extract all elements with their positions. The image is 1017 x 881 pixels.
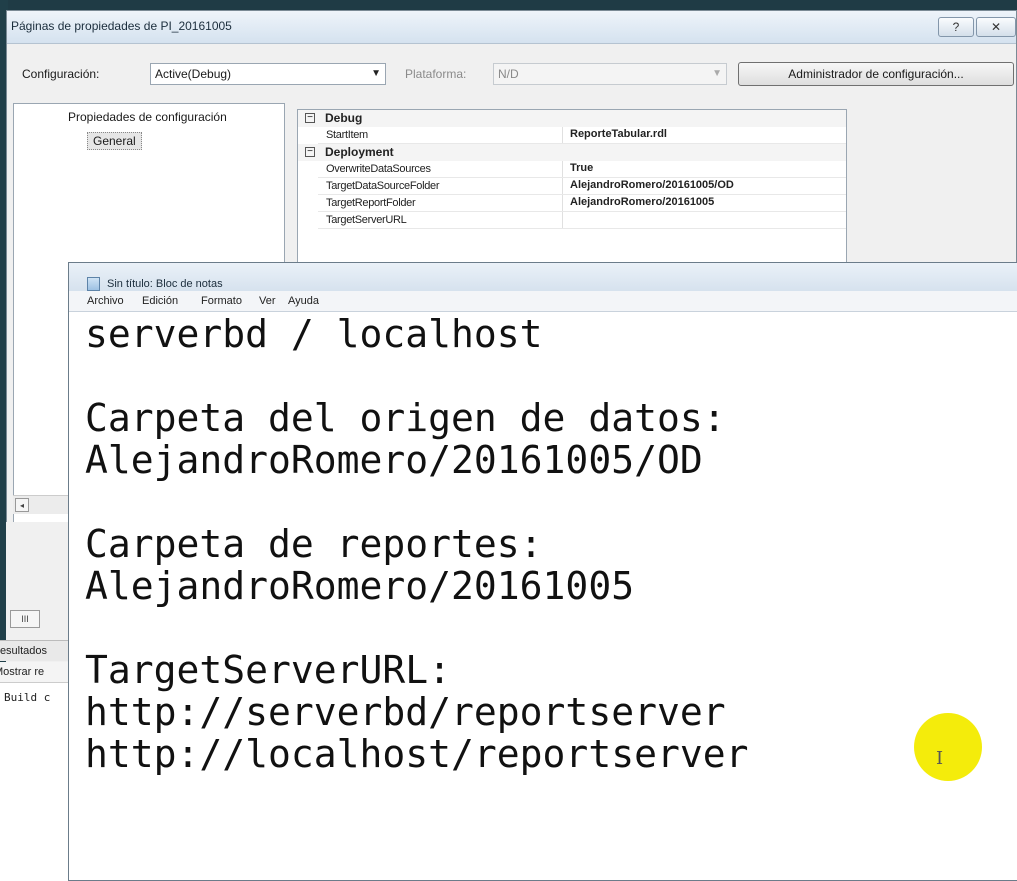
configuration-value: Active(Debug) [155,67,232,81]
text-line [85,355,1017,397]
chevron-down-icon: ▼ [371,68,381,79]
output-pane: Build c [0,683,68,881]
configuration-label: Configuración: [22,67,100,81]
property-name: OverwriteDataSources [326,163,431,175]
property-value: AlejandroRomero/20161005 [570,196,715,208]
property-name: TargetServerURL [326,214,407,226]
tree-item-configuration-properties[interactable]: Propiedades de configuración [68,110,227,124]
notepad-title: Sin título: Bloc de notas [107,278,223,290]
text-line: TargetServerURL: [85,648,452,692]
help-button[interactable]: ? [938,17,974,37]
property-name: TargetDataSourceFolder [326,180,440,192]
grid-row[interactable]: StartItem ReporteTabular.rdl [298,127,846,144]
text-line [85,481,1017,523]
notepad-icon [87,277,100,291]
text-line: serverbd / localhost [85,313,543,356]
configuration-row: Configuración: Active(Debug) ▼ Plataform… [7,59,1016,91]
text-line [85,607,1017,649]
notepad-window: Sin título: Bloc de notas Archivo Edició… [68,262,1017,881]
grid-row[interactable]: TargetServerURL [298,212,846,229]
output-tab-label: Resultados [0,645,48,657]
scrollbar-thumb[interactable]: III [10,610,40,628]
output-show-label: Mostrar re [0,666,45,678]
property-value: AlejandroRomero/20161005/OD [570,179,734,191]
property-name: TargetReportFolder [326,197,416,209]
chevron-down-icon: ▼ [712,68,722,79]
notepad-titlebar: Sin título: Bloc de notas [69,263,1017,291]
configuration-select[interactable]: Active(Debug) ▼ [150,63,386,85]
grid-row[interactable]: OverwriteDataSources True [298,161,846,178]
menu-edicion[interactable]: Edición [142,295,178,307]
output-tab[interactable]: Resultados [0,640,68,661]
scroll-left-icon[interactable]: ◂ [15,498,29,512]
collapse-icon[interactable]: − [305,113,315,123]
notepad-text-area[interactable]: serverbd / localhost Carpeta del origen … [85,313,1017,880]
platform-value: N/D [498,67,519,81]
category-label: Deployment [325,145,394,159]
grid-category-deployment[interactable]: − Deployment [298,144,846,161]
platform-label: Plataforma: [405,67,467,81]
menu-archivo[interactable]: Archivo [87,295,124,307]
grid-category-debug[interactable]: − Debug [298,110,846,127]
text-line: AlejandroRomero/20161005/OD [85,438,703,482]
menu-formato[interactable]: Formato [201,295,242,307]
property-name: StartItem [326,129,368,141]
text-cursor-icon: I [936,748,944,769]
notepad-menubar: Archivo Edición Formato Ver Ayuda [69,291,1017,312]
property-grid: − Debug StartItem ReporteTabular.rdl − D… [297,109,847,277]
text-line: AlejandroRomero/20161005 [85,564,635,608]
menu-ayuda[interactable]: Ayuda [288,295,319,307]
text-line: Carpeta del origen de datos: [85,396,726,440]
tree-item-general[interactable]: General [87,132,142,150]
configuration-manager-button[interactable]: Administrador de configuración... [738,62,1014,86]
grid-row[interactable]: TargetDataSourceFolder AlejandroRomero/2… [298,178,846,195]
window-title: Páginas de propiedades de PI_20161005 [11,19,232,33]
property-pages-titlebar: Páginas de propiedades de PI_20161005 ? … [7,11,1016,44]
output-show-dropdown[interactable]: Mostrar re [0,662,68,683]
property-value: True [570,162,594,174]
menu-ver[interactable]: Ver [259,295,276,307]
text-line: http://serverbd/reportserver [85,690,726,734]
output-build-text: Build c [4,691,51,704]
text-line: Carpeta de reportes: [85,522,543,566]
text-line: http://localhost/reportserver [85,732,749,776]
property-value: ReporteTabular.rdl [570,128,667,140]
collapse-icon[interactable]: − [305,147,315,157]
grid-row[interactable]: TargetReportFolder AlejandroRomero/20161… [298,195,846,212]
platform-select[interactable]: N/D ▼ [493,63,727,85]
cursor-highlight [914,713,982,781]
close-button[interactable]: ✕ [976,17,1016,37]
category-label: Debug [325,111,363,125]
